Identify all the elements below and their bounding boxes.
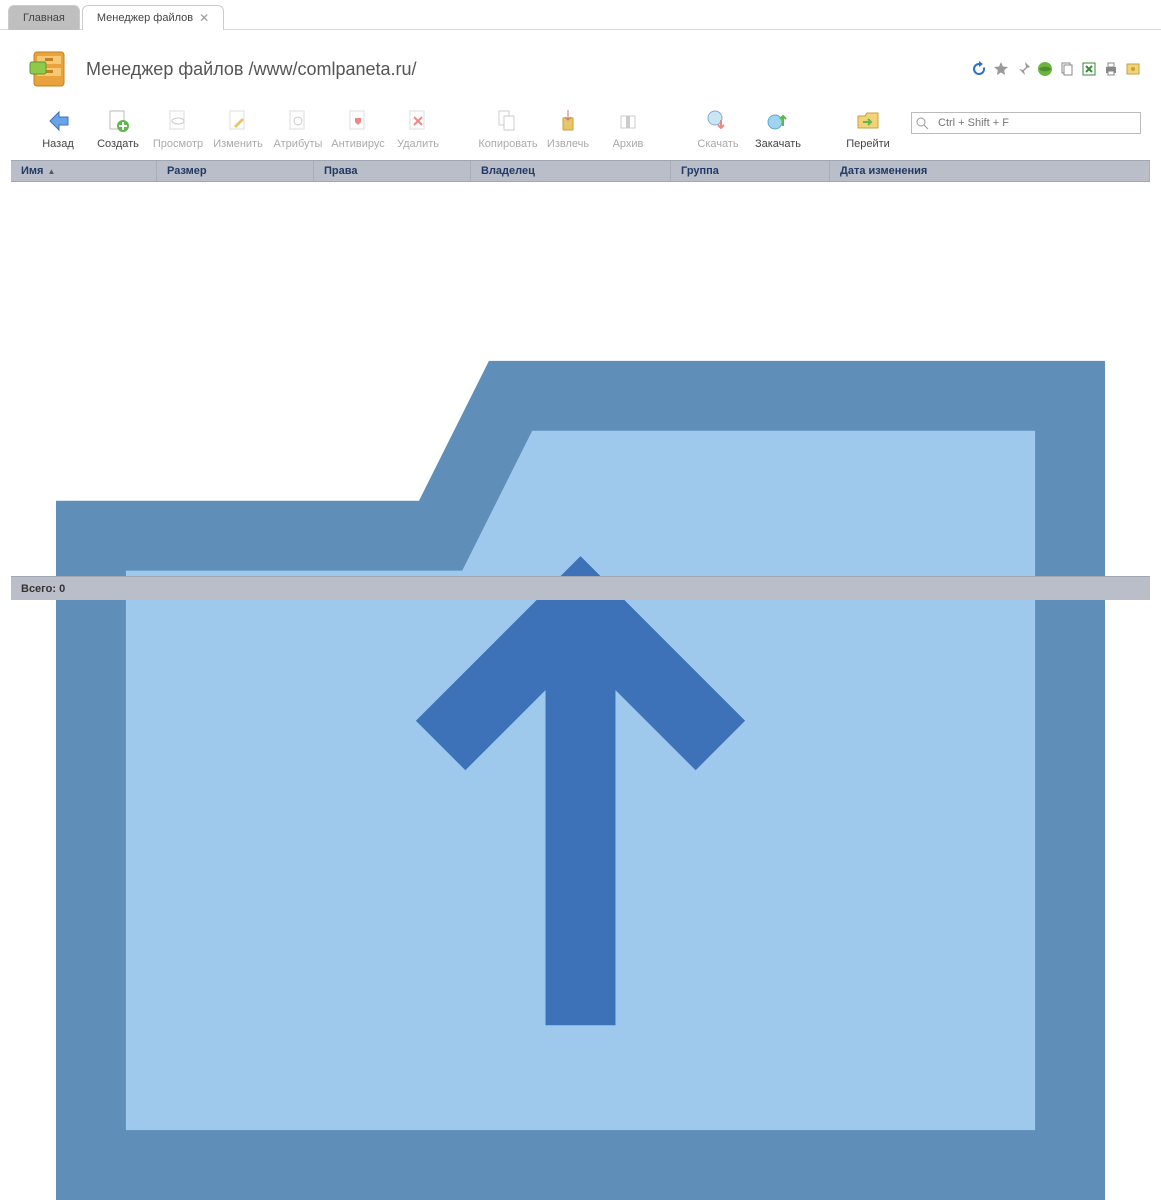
tab-file-manager[interactable]: Менеджер файлов ✕ bbox=[82, 5, 224, 30]
archive-label: Архив bbox=[613, 138, 644, 150]
document-plus-icon bbox=[105, 108, 131, 134]
sort-asc-icon: ▲ bbox=[47, 167, 55, 176]
search-icon bbox=[915, 116, 929, 130]
col-group-label: Группа bbox=[681, 165, 719, 177]
goto-button[interactable]: Перейти bbox=[838, 108, 898, 150]
col-perm[interactable]: Права bbox=[314, 161, 471, 181]
attributes-button[interactable]: Атрибуты bbox=[268, 108, 328, 150]
settings-icon[interactable] bbox=[1125, 61, 1141, 77]
tab-file-manager-label: Менеджер файлов bbox=[97, 12, 193, 24]
tab-main[interactable]: Главная bbox=[8, 5, 80, 30]
col-date[interactable]: Дата изменения bbox=[830, 161, 1150, 181]
extract-icon bbox=[555, 108, 581, 134]
table-header: Имя ▲ Размер Права Владелец Группа Дата … bbox=[11, 160, 1150, 182]
title-bar: Менеджер файлов /www/comlpaneta.ru/ bbox=[0, 30, 1161, 108]
excel-icon[interactable] bbox=[1081, 61, 1097, 77]
create-button[interactable]: Создать bbox=[88, 108, 148, 150]
title-actions bbox=[971, 61, 1141, 77]
archive-button[interactable]: Архив bbox=[598, 108, 658, 150]
document-x-icon bbox=[405, 108, 431, 134]
toolbar: Назад Создать Просмотр Изменить Атрибуты… bbox=[0, 108, 1161, 160]
col-group[interactable]: Группа bbox=[671, 161, 830, 181]
page-title: Менеджер файлов /www/comlpaneta.ru/ bbox=[86, 59, 417, 80]
total-label: Всего: bbox=[21, 583, 56, 595]
col-name[interactable]: Имя ▲ bbox=[11, 161, 157, 181]
arrow-left-icon bbox=[45, 108, 71, 134]
copy-label: Копировать bbox=[478, 138, 537, 150]
col-size-label: Размер bbox=[167, 165, 207, 177]
document-eye-icon bbox=[165, 108, 191, 134]
col-size[interactable]: Размер bbox=[157, 161, 314, 181]
file-cabinet-icon bbox=[28, 48, 70, 90]
title-left: Менеджер файлов /www/comlpaneta.ru/ bbox=[28, 48, 417, 90]
search-input[interactable] bbox=[911, 112, 1141, 134]
edit-label: Изменить bbox=[213, 138, 263, 150]
antivirus-label: Антивирус bbox=[331, 138, 384, 150]
col-owner-label: Владелец bbox=[481, 165, 535, 177]
col-date-label: Дата изменения bbox=[840, 165, 927, 177]
upload-button[interactable]: Закачать bbox=[748, 108, 808, 150]
document-pencil-icon bbox=[225, 108, 251, 134]
globe-up-icon bbox=[765, 108, 791, 134]
copy-icon[interactable] bbox=[1059, 61, 1075, 77]
preview-label: Просмотр bbox=[153, 138, 203, 150]
delete-label: Удалить bbox=[397, 138, 439, 150]
col-owner[interactable]: Владелец bbox=[471, 161, 671, 181]
col-name-label: Имя bbox=[21, 165, 43, 177]
edit-button[interactable]: Изменить bbox=[208, 108, 268, 150]
back-button[interactable]: Назад bbox=[28, 108, 88, 150]
table-body bbox=[11, 182, 1150, 1200]
total-value: 0 bbox=[59, 583, 65, 595]
download-label: Скачать bbox=[697, 138, 738, 150]
download-button[interactable]: Скачать bbox=[688, 108, 748, 150]
pin-icon[interactable] bbox=[1015, 61, 1031, 77]
tab-main-label: Главная bbox=[23, 12, 65, 24]
tab-strip: Главная Менеджер файлов ✕ bbox=[0, 0, 1161, 30]
upload-label: Закачать bbox=[755, 138, 801, 150]
status-bar: Всего: 0 bbox=[11, 576, 1150, 600]
search-wrap bbox=[911, 112, 1141, 134]
globe-icon[interactable] bbox=[1037, 61, 1053, 77]
col-perm-label: Права bbox=[324, 165, 357, 177]
antivirus-button[interactable]: Антивирус bbox=[328, 108, 388, 150]
create-label: Создать bbox=[97, 138, 139, 150]
document-gear-icon bbox=[285, 108, 311, 134]
document-shield-icon bbox=[345, 108, 371, 134]
refresh-icon[interactable] bbox=[971, 61, 987, 77]
attributes-label: Атрибуты bbox=[274, 138, 323, 150]
delete-button[interactable]: Удалить bbox=[388, 108, 448, 150]
extract-label: Извлечь bbox=[547, 138, 589, 150]
documents-icon bbox=[495, 108, 521, 134]
preview-button[interactable]: Просмотр bbox=[148, 108, 208, 150]
back-label: Назад bbox=[42, 138, 74, 150]
tab-close-icon[interactable]: ✕ bbox=[199, 12, 209, 24]
goto-label: Перейти bbox=[846, 138, 890, 150]
globe-down-icon bbox=[705, 108, 731, 134]
extract-button[interactable]: Извлечь bbox=[538, 108, 598, 150]
folder-arrow-icon bbox=[855, 108, 881, 134]
favorite-icon[interactable] bbox=[993, 61, 1009, 77]
copy-button[interactable]: Копировать bbox=[478, 108, 538, 150]
archive-icon bbox=[615, 108, 641, 134]
print-icon[interactable] bbox=[1103, 61, 1119, 77]
